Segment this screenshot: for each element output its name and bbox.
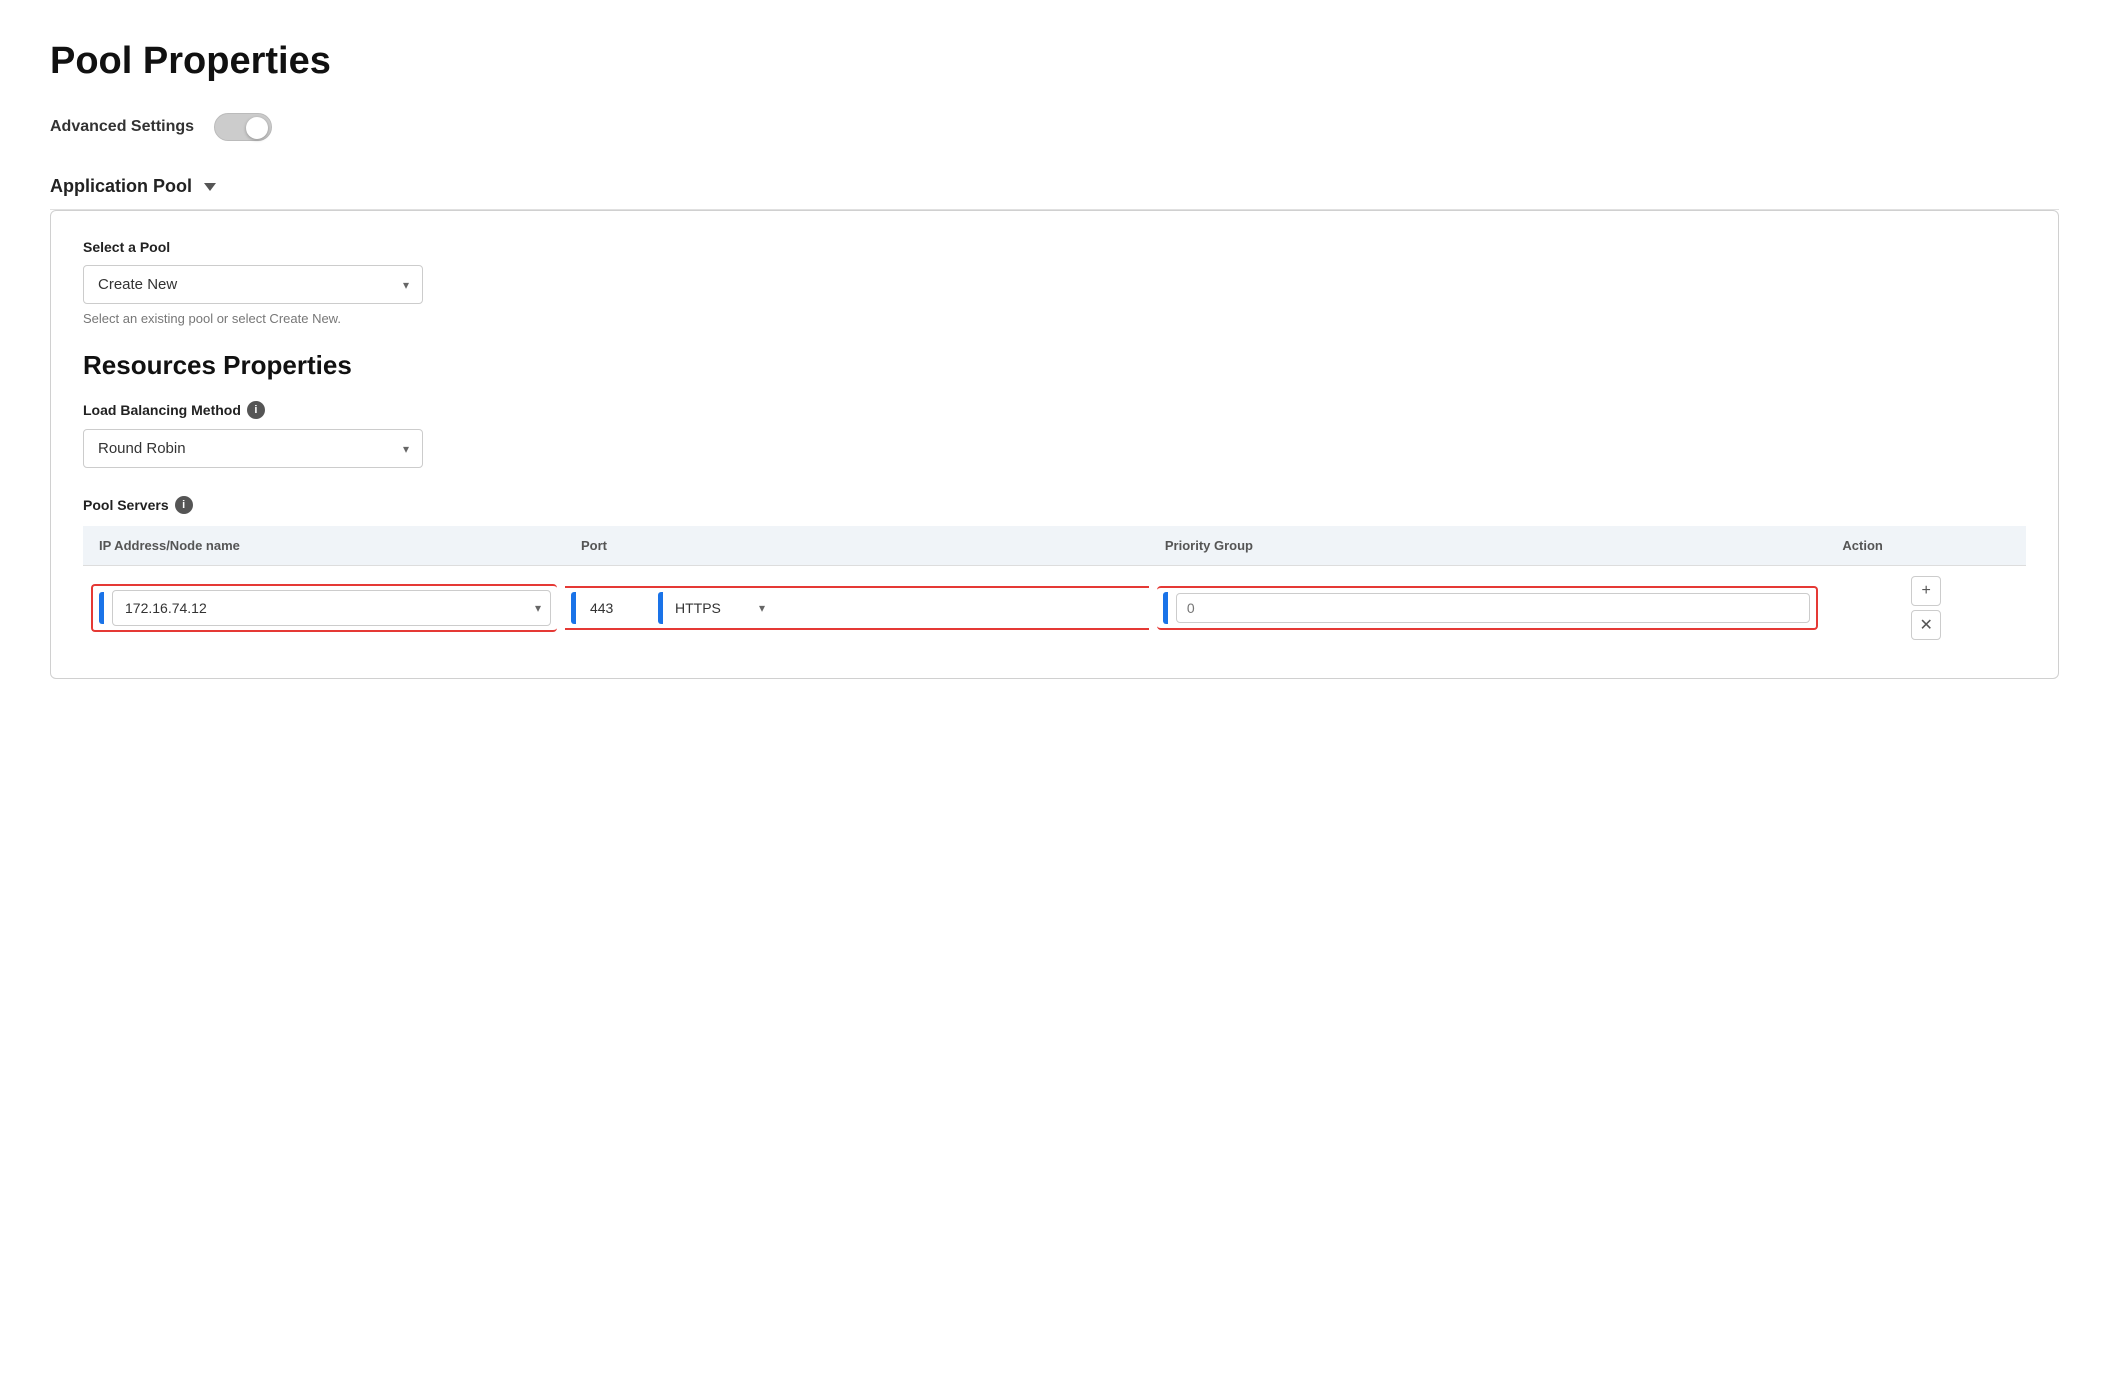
ip-address-dropdown[interactable]: 172.16.74.12 (112, 590, 551, 626)
close-icon: ✕ (1920, 615, 1933, 635)
application-pool-section: Application Pool Select a Pool Create Ne… (50, 176, 2059, 679)
cell-port: HTTPS HTTP TCP ▾ (565, 566, 1149, 651)
advanced-settings-label: Advanced Settings (50, 118, 194, 136)
select-pool-dropdown[interactable]: Create New Pool 1 Pool 2 (83, 265, 423, 304)
pool-servers-info-icon[interactable]: i (175, 496, 193, 514)
load-balancing-dropdown[interactable]: Round Robin Least Connections IP Hash (83, 429, 423, 468)
cell-priority (1149, 566, 1827, 651)
pool-servers-label: Pool Servers i (83, 496, 2026, 514)
protocol-select-wrapper: HTTPS HTTP TCP ▾ (671, 596, 771, 620)
col-header-action: Action (1826, 526, 2026, 566)
priority-input[interactable] (1176, 593, 1811, 623)
port-blue-bar (571, 592, 576, 624)
load-balancing-label: Load Balancing Method i (83, 401, 2026, 419)
cell-action: + ✕ (1826, 566, 2026, 651)
select-pool-field: Select a Pool Create New Pool 1 Pool 2 ▾… (83, 239, 2026, 326)
application-pool-label: Application Pool (50, 176, 192, 197)
protocol-dropdown[interactable]: HTTPS HTTP TCP (671, 596, 771, 620)
select-pool-wrapper: Create New Pool 1 Pool 2 ▾ (83, 265, 423, 304)
col-header-ip: IP Address/Node name (83, 526, 565, 566)
resources-properties-title: Resources Properties (83, 350, 2026, 381)
page-title: Pool Properties (50, 40, 2059, 83)
col-header-port: Port (565, 526, 1149, 566)
col-header-priority: Priority Group (1149, 526, 1827, 566)
load-balancing-wrapper: Round Robin Least Connections IP Hash ▾ (83, 429, 423, 468)
remove-row-button[interactable]: ✕ (1911, 610, 1941, 640)
pool-servers-table: IP Address/Node name Port Priority Group… (83, 526, 2026, 650)
ip-select-wrapper: 172.16.74.12 ▾ (112, 590, 551, 626)
load-balancing-field: Load Balancing Method i Round Robin Leas… (83, 401, 2026, 468)
advanced-settings-toggle[interactable] (214, 113, 272, 141)
protocol-blue-bar (658, 592, 663, 624)
application-pool-header[interactable]: Application Pool (50, 176, 2059, 210)
ip-blue-bar (99, 592, 104, 624)
application-pool-chevron-icon (204, 183, 216, 191)
cell-ip: 172.16.74.12 ▾ (83, 566, 565, 651)
port-input[interactable] (584, 596, 654, 620)
add-row-button[interactable]: + (1911, 576, 1941, 606)
table-header: IP Address/Node name Port Priority Group… (83, 526, 2026, 566)
plus-icon: + (1922, 582, 1931, 600)
advanced-settings-row: Advanced Settings (50, 113, 2059, 141)
select-pool-label: Select a Pool (83, 239, 2026, 255)
priority-blue-bar (1163, 592, 1168, 624)
pool-servers-section: Pool Servers i IP Address/Node name Port… (83, 496, 2026, 650)
action-buttons: + ✕ (1834, 576, 2018, 640)
table-row: 172.16.74.12 ▾ (83, 566, 2026, 651)
select-pool-hint: Select an existing pool or select Create… (83, 311, 2026, 326)
load-balancing-info-icon[interactable]: i (247, 401, 265, 419)
application-pool-card: Select a Pool Create New Pool 1 Pool 2 ▾… (50, 210, 2059, 679)
